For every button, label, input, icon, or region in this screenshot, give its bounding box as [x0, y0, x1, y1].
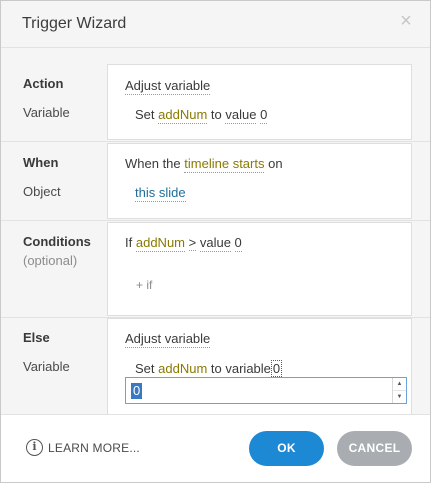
action-card: Adjust variable Set addNum to value 0	[107, 64, 412, 140]
condition-variable-dropdown[interactable]: addNum	[135, 235, 185, 252]
action-to-word: to	[210, 107, 222, 122]
action-label: Action	[23, 76, 64, 91]
value-spinner-selection: 0	[131, 383, 143, 399]
title-bar: Trigger Wizard ×	[1, 1, 430, 48]
ok-button[interactable]: OK	[249, 431, 324, 466]
trigger-wizard-dialog: Trigger Wizard × Action Variable Adjust …	[0, 0, 431, 483]
when-object-dropdown[interactable]: this slide	[135, 185, 186, 202]
conditions-sublabel: (optional)	[23, 253, 78, 268]
learn-more-link[interactable]: i LEARN MORE...	[26, 439, 140, 456]
conditions-card: If addNum > value 0 + if	[107, 222, 412, 316]
condition-operator-dropdown[interactable]: >	[188, 235, 197, 251]
else-set-word: Set	[135, 361, 155, 376]
condition-value-field[interactable]: 0	[234, 235, 242, 252]
close-icon[interactable]: ×	[396, 11, 416, 31]
else-to-word: to	[210, 361, 222, 376]
condition-value-kind-dropdown[interactable]: value	[199, 235, 231, 252]
dialog-title: Trigger Wizard	[22, 15, 127, 32]
spinner-up-icon[interactable]: ▲	[393, 378, 406, 390]
dialog-footer: i LEARN MORE... OK CANCEL	[1, 414, 430, 482]
when-card: When the timeline starts on this slide	[107, 143, 412, 219]
else-sublabel: Variable	[23, 359, 70, 374]
info-icon: i	[26, 439, 43, 456]
when-suffix: on	[268, 156, 283, 171]
action-value-kind-dropdown[interactable]: value	[225, 107, 257, 124]
spinner-buttons: ▲ ▼	[392, 378, 406, 403]
action-value-field[interactable]: 0	[260, 107, 268, 124]
when-label: When	[23, 155, 59, 170]
else-value-kind-dropdown[interactable]: variable	[225, 361, 271, 378]
when-sublabel: Object	[23, 184, 61, 199]
cancel-button[interactable]: CANCEL	[337, 431, 412, 466]
learn-more-label: LEARN MORE...	[48, 440, 140, 455]
conditions-label: Conditions	[23, 234, 91, 249]
else-label: Else	[23, 330, 50, 345]
else-card: Adjust variable Set addNum to variable 0 …	[107, 318, 412, 414]
section-divider	[1, 141, 430, 142]
action-set-word: Set	[135, 107, 155, 122]
wizard-content: Action Variable Adjust variable Set addN…	[1, 48, 430, 414]
else-variable-dropdown[interactable]: addNum	[158, 361, 208, 378]
action-variable-dropdown[interactable]: addNum	[158, 107, 208, 124]
value-spinner-input[interactable]	[126, 378, 392, 403]
action-sublabel: Variable	[23, 105, 70, 120]
spinner-down-icon[interactable]: ▼	[393, 390, 406, 402]
when-event-dropdown[interactable]: timeline starts	[184, 156, 265, 173]
value-spinner: 0 ▲ ▼	[125, 377, 407, 404]
when-prefix: When the	[125, 156, 181, 171]
else-action-dropdown[interactable]: Adjust variable	[125, 331, 211, 348]
else-value-field[interactable]: 0	[270, 360, 283, 377]
section-divider	[1, 220, 430, 221]
condition-if-word: If	[125, 235, 133, 250]
action-dropdown[interactable]: Adjust variable	[125, 78, 211, 95]
add-condition-button[interactable]: + if	[136, 278, 152, 292]
